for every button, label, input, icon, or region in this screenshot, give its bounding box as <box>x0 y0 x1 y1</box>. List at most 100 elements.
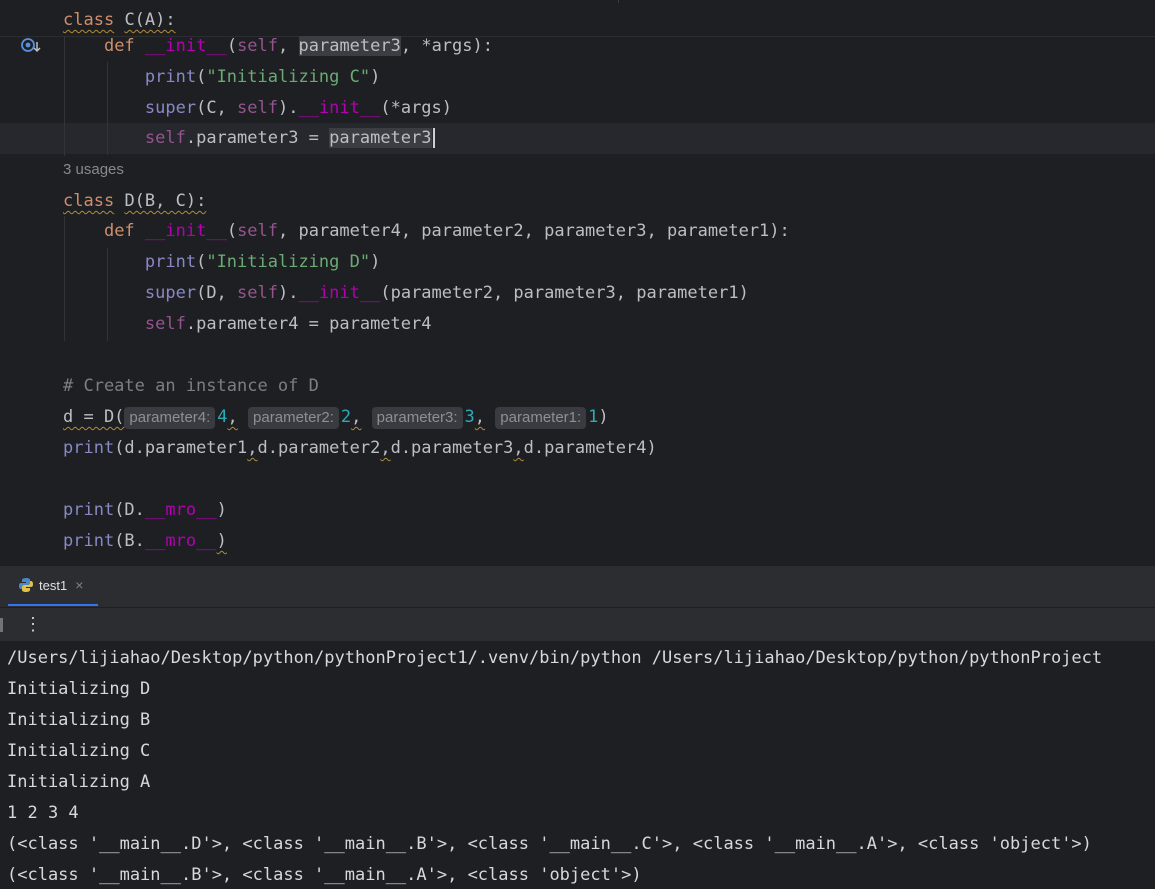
usages-hint[interactable]: 3 usages <box>63 157 124 183</box>
code-token: , <box>474 407 486 427</box>
code-token: , <box>227 407 238 427</box>
code-line[interactable]: class D(B, C): <box>63 186 206 217</box>
code-token: # Create an instance of D <box>63 376 319 396</box>
code-token: self <box>237 36 279 56</box>
code-line[interactable]: print("Initializing D") <box>63 247 380 278</box>
code-token: , parameter4, parameter2, parameter3, pa… <box>278 221 790 241</box>
code-line[interactable]: self.parameter3 = parameter3 <box>63 123 435 154</box>
code-token: "Initializing D" <box>206 252 371 272</box>
code-token: class <box>63 10 115 30</box>
code-token: __init__ <box>298 283 381 303</box>
console-line: Initializing A <box>7 772 151 792</box>
code-token: def <box>103 221 135 241</box>
code-token: d.parameter2 <box>257 438 381 458</box>
code-line[interactable]: print(d.parameter1,d.parameter2,d.parame… <box>63 433 657 464</box>
code-token: print <box>63 438 115 458</box>
code-token: (D, <box>196 283 238 303</box>
code-token: (D. <box>114 500 145 520</box>
code-token: __mro__ <box>144 531 217 551</box>
code-token: ( <box>196 252 207 272</box>
console-line: Initializing C <box>7 741 151 761</box>
code-line[interactable]: def __init__(self, parameter4, parameter… <box>63 216 790 247</box>
code-editor[interactable]: class C(A): def __init__(self, parameter… <box>0 0 1155 566</box>
run-toolbar: ⋮ <box>0 608 1155 641</box>
code-token: print <box>144 252 197 272</box>
code-token: 1 <box>588 407 599 427</box>
code-token: (B. <box>114 531 145 551</box>
code-token: __init__ <box>144 221 227 241</box>
code-token: ) <box>598 407 609 427</box>
code-token: def <box>103 36 135 56</box>
code-token: (d.parameter1 <box>114 438 248 458</box>
code-token: class <box>63 191 115 211</box>
tab-label: test1 <box>39 577 68 593</box>
console-line: (<class '__main__.D'>, <class '__main__.… <box>7 834 1092 854</box>
code-token: __mro__ <box>144 500 217 520</box>
code-line[interactable]: super(D, self).__init__(parameter2, para… <box>63 278 749 309</box>
code-token: self <box>237 98 278 118</box>
code-token: print <box>144 67 197 87</box>
code-line[interactable]: self.parameter4 = parameter4 <box>63 309 432 340</box>
code-token: .parameter3 = <box>185 128 330 148</box>
code-token: , <box>351 407 362 427</box>
parameter-hint: parameter1: <box>495 407 587 429</box>
code-token: self <box>144 314 186 334</box>
code-token: ) <box>216 500 227 520</box>
code-token: ( <box>226 221 238 241</box>
code-token: , <box>513 438 524 458</box>
code-token: d.parameter4) <box>523 438 657 458</box>
run-tool-window-tabs: test1 × <box>0 566 1155 608</box>
code-token: (parameter2, parameter3, parameter1) <box>380 283 749 303</box>
code-line[interactable]: d = D(parameter4: 4, parameter2: 2, parame… <box>63 402 609 433</box>
code-token: , *args): <box>400 36 493 56</box>
toolbar-edge-marker <box>0 618 3 632</box>
code-token: ( <box>196 67 207 87</box>
code-line[interactable]: def __init__(self, parameter3, *args): <box>63 31 493 62</box>
console-line: /Users/lijiahao/Desktop/python/pythonPro… <box>7 648 1103 668</box>
code-line[interactable]: # Create an instance of D <box>63 371 319 402</box>
code-token: D(B, C): <box>124 191 207 211</box>
python-icon <box>18 577 34 593</box>
code-token: 3 <box>464 407 475 427</box>
code-token: ) <box>216 531 227 551</box>
code-token: d.parameter3 <box>390 438 514 458</box>
code-token: self <box>237 283 278 303</box>
console-line: 1 2 3 4 <box>7 803 79 823</box>
top-separator <box>618 0 619 3</box>
parameter-hint: parameter3: <box>371 407 463 429</box>
code-token: print <box>63 531 115 551</box>
console-line: Initializing D <box>7 679 151 699</box>
code-token: 4 <box>217 407 228 427</box>
console-line: (<class '__main__.B'>, <class '__main__.… <box>7 865 642 885</box>
code-line[interactable]: print("Initializing C") <box>63 62 380 93</box>
code-line[interactable]: print(B.__mro__) <box>63 526 227 557</box>
code-token: ) <box>370 252 381 272</box>
code-token: (C, <box>196 98 238 118</box>
code-token: __init__ <box>144 36 227 56</box>
code-token: (*args) <box>380 98 453 118</box>
tab-test1[interactable]: test1 × <box>8 566 98 606</box>
code-token: , <box>380 438 391 458</box>
code-line[interactable]: print(D.__mro__) <box>63 495 227 526</box>
run-console[interactable]: /Users/lijiahao/Desktop/python/pythonPro… <box>0 641 1155 889</box>
parameter-hint: parameter2: <box>248 407 339 429</box>
code-token: C(A): <box>124 10 176 30</box>
close-icon[interactable]: × <box>75 577 83 593</box>
code-token: , <box>278 36 299 56</box>
code-line[interactable]: super(C, self).__init__(*args) <box>63 93 452 124</box>
more-actions-icon[interactable]: ⋮ <box>24 613 42 635</box>
override-icon[interactable] <box>20 37 42 55</box>
code-token: ). <box>277 283 299 303</box>
